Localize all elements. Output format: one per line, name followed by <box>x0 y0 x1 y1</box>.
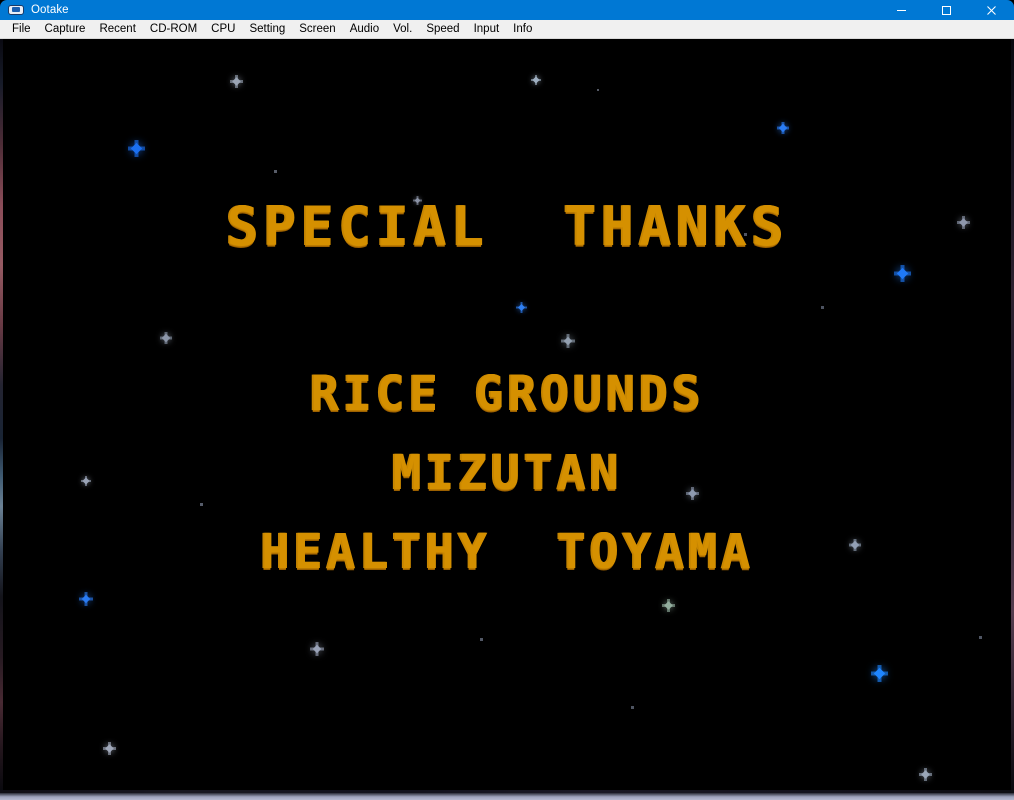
credit-line: RICE GROUNDS <box>0 366 1014 422</box>
star-sprite <box>743 232 748 237</box>
star-sprite <box>777 122 789 134</box>
taskbar[interactable] <box>0 793 1014 800</box>
game-viewport[interactable]: SPECIAL THANKS RICE GROUNDS MIZUTAN HEALTHY… <box>0 39 1014 793</box>
menu-item-capture[interactable]: Capture <box>38 20 93 38</box>
star-sprite <box>820 305 825 310</box>
star-sprite <box>412 195 422 205</box>
menu-item-info[interactable]: Info <box>506 20 539 38</box>
menu-bar: File Capture Recent CD-ROM CPU Setting S… <box>0 20 1014 39</box>
star-sprite <box>273 169 278 174</box>
star-sprite <box>199 502 204 507</box>
menu-item-input[interactable]: Input <box>467 20 507 38</box>
star-sprite <box>81 476 91 486</box>
star-sprite <box>685 486 699 500</box>
star-sprite <box>79 592 93 606</box>
star-sprite <box>893 264 911 282</box>
star-sprite <box>978 635 983 640</box>
menu-item-file[interactable]: File <box>5 20 38 38</box>
star-sprite <box>849 539 861 551</box>
credits-text-block: SPECIAL THANKS RICE GROUNDS MIZUTAN HEALTHY… <box>0 39 1014 793</box>
star-sprite <box>229 74 243 88</box>
window-title: Ootake <box>31 4 69 16</box>
star-sprite <box>596 88 600 92</box>
gamepad-icon <box>8 3 24 17</box>
star-sprite <box>479 637 484 642</box>
ootake-window: Ootake File Capture Recent CD-ROM CPU Se… <box>0 0 1014 793</box>
minimize-button[interactable] <box>879 0 924 20</box>
star-sprite <box>561 334 575 348</box>
close-button[interactable] <box>969 0 1014 20</box>
menu-item-cd-rom[interactable]: CD-ROM <box>143 20 204 38</box>
star-sprite <box>127 139 145 157</box>
star-sprite <box>515 301 527 313</box>
menu-item-audio[interactable]: Audio <box>343 20 386 38</box>
star-sprite <box>661 598 675 612</box>
menu-item-screen[interactable]: Screen <box>292 20 342 38</box>
menu-item-vol[interactable]: Vol. <box>386 20 419 38</box>
star-sprite <box>160 332 172 344</box>
star-sprite <box>956 215 970 229</box>
star-sprite <box>918 767 932 781</box>
star-sprite <box>531 75 541 85</box>
credit-line: MIZUTAN <box>0 445 1014 501</box>
star-sprite <box>310 642 324 656</box>
title-bar: Ootake <box>0 0 1014 20</box>
star-sprite <box>102 741 116 755</box>
credit-line: SPECIAL THANKS <box>0 195 1014 258</box>
menu-item-speed[interactable]: Speed <box>419 20 466 38</box>
overscan-artifact-left <box>0 39 3 793</box>
star-sprite <box>870 664 888 682</box>
star-sprite <box>630 705 635 710</box>
desktop-background: Ootake File Capture Recent CD-ROM CPU Se… <box>0 0 1014 800</box>
maximize-button[interactable] <box>924 0 969 20</box>
menu-item-recent[interactable]: Recent <box>92 20 142 38</box>
menu-item-setting[interactable]: Setting <box>242 20 292 38</box>
credit-line: HEALTHY TOYAMA <box>0 524 1014 580</box>
menu-item-cpu[interactable]: CPU <box>204 20 242 38</box>
